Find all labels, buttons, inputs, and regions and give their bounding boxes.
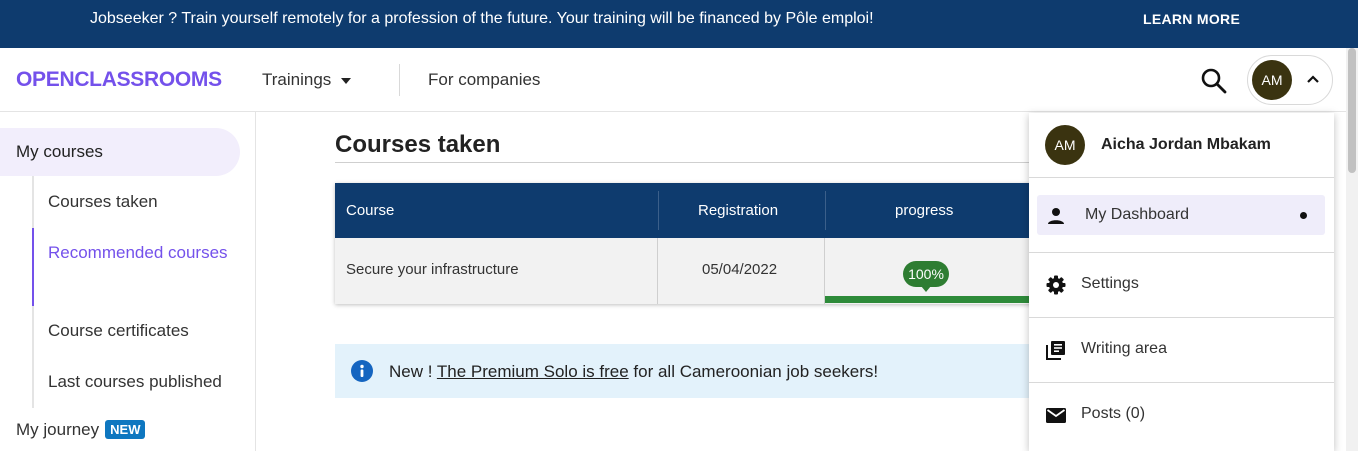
dropdown-divider bbox=[1029, 252, 1334, 253]
sidebar: My courses Courses taken Recommended cou… bbox=[0, 112, 256, 451]
gear-icon bbox=[1045, 274, 1067, 296]
menu-item-label: Settings bbox=[1081, 275, 1139, 292]
account-menu-button[interactable]: AM bbox=[1247, 55, 1333, 105]
registration-date-cell: 05/04/2022 bbox=[702, 261, 778, 278]
menu-item-writing-area[interactable]: Writing area bbox=[1029, 329, 1334, 369]
title-divider bbox=[335, 162, 1035, 163]
caret-down-icon bbox=[341, 77, 352, 84]
nav-trainings[interactable]: Trainings bbox=[262, 70, 352, 90]
premium-solo-link[interactable]: The Premium Solo is free bbox=[437, 362, 629, 381]
top-banner: Jobseeker ? Train yourself remotely for … bbox=[0, 0, 1358, 48]
active-dot bbox=[1300, 212, 1307, 219]
info-icon bbox=[351, 360, 373, 382]
course-name-cell[interactable]: Secure your infrastructure bbox=[346, 238, 519, 302]
column-header-progress: progress bbox=[895, 202, 954, 219]
header-divider bbox=[825, 191, 826, 230]
sidebar-active-indicator bbox=[32, 228, 34, 306]
nav-trainings-label: Trainings bbox=[262, 70, 332, 89]
info-text: New ! The Premium Solo is free for all C… bbox=[389, 362, 878, 382]
user-name: Aicha Jordan Mbakam bbox=[1101, 136, 1271, 153]
menu-item-label: My Dashboard bbox=[1085, 206, 1190, 223]
info-banner: New ! The Premium Solo is free for all C… bbox=[335, 344, 1035, 398]
dropdown-divider bbox=[1029, 177, 1334, 178]
cell-divider bbox=[657, 238, 658, 304]
chevron-up-icon bbox=[1304, 71, 1322, 89]
progress-bar-fill bbox=[825, 296, 1035, 303]
my-journey-label: My journey bbox=[16, 420, 100, 439]
column-header-course: Course bbox=[346, 202, 395, 219]
column-header-registration: Registration bbox=[698, 202, 779, 219]
scrollbar-thumb[interactable] bbox=[1348, 48, 1356, 173]
info-suffix: for all Cameroonian job seekers! bbox=[628, 362, 879, 381]
dropdown-divider bbox=[1029, 382, 1334, 383]
openclassrooms-logo[interactable]: OPENCLASSROOMS bbox=[16, 68, 222, 92]
menu-item-settings[interactable]: Settings bbox=[1029, 264, 1334, 304]
nav-for-companies[interactable]: For companies bbox=[428, 70, 540, 90]
dropdown-divider bbox=[1029, 317, 1334, 318]
banner-text: Jobseeker ? Train yourself remotely for … bbox=[90, 10, 874, 27]
page-scrollbar[interactable] bbox=[1346, 48, 1358, 451]
table-row[interactable]: Secure your infrastructure 05/04/2022 10… bbox=[335, 238, 1035, 304]
courses-table: Course Registration progress Secure your… bbox=[335, 183, 1035, 304]
cell-divider bbox=[824, 238, 825, 304]
progress-bar bbox=[825, 296, 1035, 303]
menu-item-label: Posts (0) bbox=[1081, 405, 1146, 422]
sidebar-item-courses-taken[interactable]: Courses taken bbox=[48, 188, 238, 215]
sidebar-item-course-certificates[interactable]: Course certificates bbox=[48, 317, 238, 344]
sidebar-item-last-courses-published[interactable]: Last courses published bbox=[48, 368, 238, 395]
menu-item-posts[interactable]: Posts (0) bbox=[1029, 394, 1334, 434]
mail-icon bbox=[1045, 404, 1067, 426]
library-books-icon bbox=[1045, 339, 1067, 361]
avatar: AM bbox=[1252, 60, 1292, 100]
page-title: Courses taken bbox=[335, 131, 501, 158]
site-header: OPENCLASSROOMS Trainings For companies A… bbox=[0, 48, 1346, 112]
progress-badge: 100% bbox=[903, 261, 949, 292]
menu-item-label: Writing area bbox=[1081, 340, 1167, 357]
nav-divider bbox=[399, 64, 400, 96]
account-dropdown: AM Aicha Jordan Mbakam My Dashboard Sett… bbox=[1029, 113, 1334, 451]
sidebar-item-recommended-courses[interactable]: Recommended courses bbox=[48, 239, 238, 266]
learn-more-link[interactable]: LEARN MORE bbox=[1143, 11, 1240, 27]
new-badge: NEW bbox=[105, 420, 146, 439]
sidebar-item-my-courses[interactable]: My courses bbox=[0, 128, 240, 176]
header-divider bbox=[658, 191, 659, 230]
search-icon[interactable] bbox=[1200, 67, 1228, 95]
person-icon bbox=[1045, 205, 1067, 227]
sidebar-item-my-journey[interactable]: My journey NEW bbox=[16, 420, 146, 440]
menu-item-my-dashboard[interactable]: My Dashboard bbox=[1037, 195, 1325, 235]
info-prefix: New ! bbox=[389, 362, 437, 381]
table-header-row: Course Registration progress bbox=[335, 183, 1035, 238]
dropdown-avatar: AM bbox=[1045, 125, 1085, 165]
